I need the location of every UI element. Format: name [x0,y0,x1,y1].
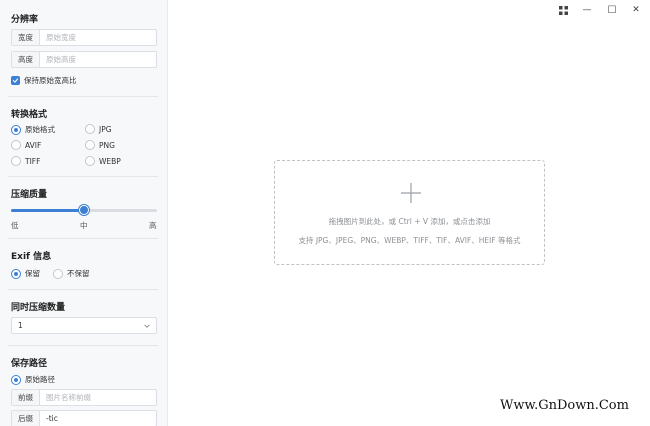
format-option-label: WEBP [99,156,121,166]
quality-high-label: 高 [149,221,157,230]
keep-ratio-label: 保持原始宽高比 [24,76,77,85]
divider [8,345,158,346]
concurrency-title: 同时压缩数量 [11,303,66,313]
suffix-label: 后缀 [12,411,40,426]
radio-selected-icon[interactable] [11,374,21,385]
radio-icon[interactable] [85,156,95,166]
concurrency-value: 1 [18,321,23,330]
resolution-title: 分辨率 [11,15,39,25]
suffix-input[interactable] [40,411,156,426]
watermark-text: Www.GnDown.Com [500,398,629,413]
divider [8,96,158,97]
prefix-input[interactable] [40,390,156,405]
image-dropzone[interactable]: 拖拽图片到此处，或 Ctrl + V 添加，或点击添加 支持 JPG、JPEG、… [274,160,545,265]
radio-selected-icon[interactable] [11,124,21,135]
format-title: 转换格式 [11,110,48,120]
dropzone-formats: 支持 JPG、JPEG、PNG、WEBP、TIFF、TIF、AVIF、HEIF … [298,236,521,245]
format-option-label: PNG [99,140,115,150]
radio-icon[interactable] [11,140,21,150]
prefix-label: 前缀 [12,390,40,405]
format-option-avif[interactable]: AVIF [11,140,41,150]
plus-icon[interactable] [400,182,422,204]
divider [8,238,158,239]
format-option-label: TIFF [25,156,41,166]
prefix-field[interactable]: 前缀 [11,389,157,406]
minimize-icon[interactable]: — [580,3,594,17]
exif-title: Exif 信息 [11,252,52,262]
exif-option-keep[interactable]: 保留 [11,268,40,279]
save-path-option-original[interactable]: 原始路径 [11,374,55,385]
height-field[interactable]: 高度 [11,51,157,68]
width-input[interactable] [40,30,156,45]
quality-low-label: 低 [11,221,19,230]
dropzone-hint: 拖拽图片到此处，或 Ctrl + V 添加，或点击添加 [328,217,491,226]
close-icon[interactable]: ✕ [629,3,643,17]
format-option-tiff[interactable]: TIFF [11,156,40,166]
radio-selected-icon[interactable] [11,268,21,279]
radio-icon[interactable] [11,156,21,166]
chevron-down-icon [144,324,150,328]
height-input[interactable] [40,52,156,67]
settings-sidebar: 分辨率 宽度 高度 保持原始宽高比 转换格式 原始格式 JPG AVIF PNG… [0,0,168,426]
concurrency-select[interactable]: 1 [11,317,157,334]
width-label: 宽度 [12,30,40,45]
quality-title: 压缩质量 [11,190,48,200]
format-option-webp[interactable]: WEBP [85,156,121,166]
save-path-title: 保存路径 [11,359,48,369]
maximize-icon[interactable]: ☐ [605,3,619,17]
quality-mid-label: 中 [80,221,88,230]
divider [8,176,158,177]
grid-icon[interactable] [556,3,570,17]
width-field[interactable]: 宽度 [11,29,157,46]
checkbox-checked-icon[interactable] [11,76,20,85]
radio-icon[interactable] [53,268,63,279]
save-path-option-label: 原始路径 [25,375,55,384]
format-option-original[interactable]: 原始格式 [11,124,55,135]
format-option-label: 原始格式 [25,125,55,134]
keep-ratio-checkbox[interactable]: 保持原始宽高比 [11,75,77,86]
divider [8,289,158,290]
format-option-label: AVIF [25,140,42,150]
format-option-jpg[interactable]: JPG [85,124,112,134]
main-area: — ☐ ✕ 拖拽图片到此处，或 Ctrl + V 添加，或点击添加 支持 JPG… [169,0,650,426]
radio-icon[interactable] [85,140,95,150]
exif-option-label: 不保留 [67,269,90,278]
quality-slider-fill [11,209,84,212]
format-option-png[interactable]: PNG [85,140,115,150]
height-label: 高度 [12,52,40,67]
format-option-label: JPG [99,124,112,134]
exif-option-discard[interactable]: 不保留 [53,268,90,279]
quality-slider-thumb[interactable] [79,205,89,215]
radio-icon[interactable] [85,124,95,134]
exif-option-label: 保留 [25,269,40,278]
suffix-field[interactable]: 后缀 [11,410,157,426]
